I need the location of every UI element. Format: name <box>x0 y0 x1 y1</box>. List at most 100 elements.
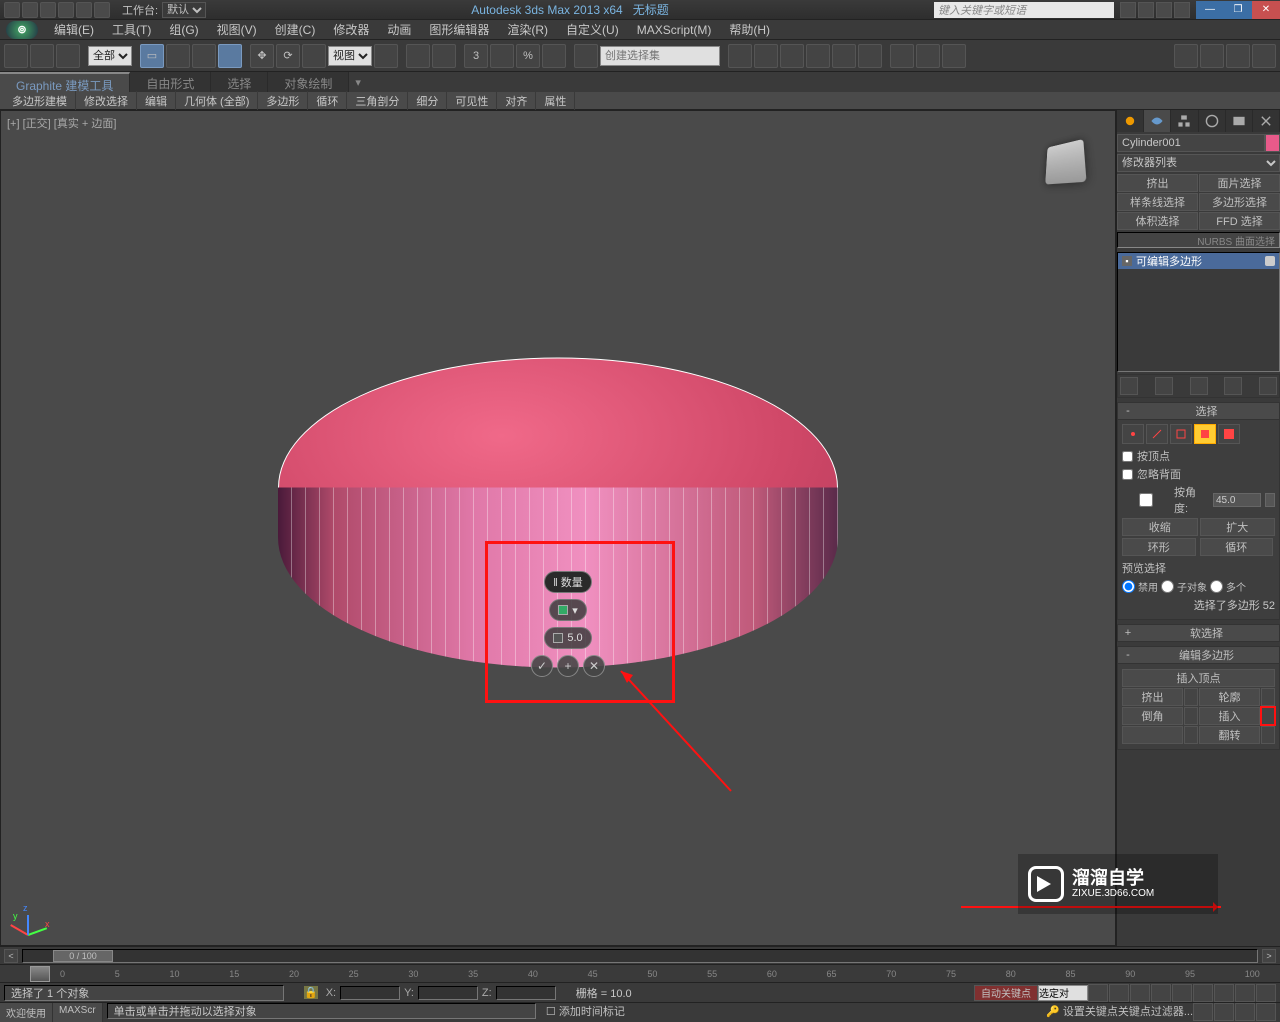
viewport-label[interactable]: [+] [正交] [真实 + 边面] <box>7 115 116 131</box>
so-border-icon[interactable] <box>1170 424 1192 444</box>
lock-selection-icon[interactable]: 🔒 <box>304 986 318 999</box>
caddy-amount[interactable]: 5.0 <box>544 627 591 649</box>
select-object-icon[interactable]: ▭ <box>140 44 164 68</box>
ref-coord-sys[interactable]: 视图 <box>328 46 372 66</box>
menu-help[interactable]: 帮助(H) <box>721 19 778 40</box>
stack-expand-icon[interactable]: ▪ <box>1122 256 1132 266</box>
coord-y[interactable] <box>418 986 478 1000</box>
nav-pan2-icon[interactable] <box>1256 1003 1276 1021</box>
nav-zoom-icon[interactable] <box>1214 984 1234 1002</box>
rs-loops[interactable]: 循环 <box>308 91 347 111</box>
tab-create-icon[interactable] <box>1117 110 1144 132</box>
snap-angle-icon[interactable] <box>490 44 514 68</box>
pivot-icon[interactable] <box>374 44 398 68</box>
add-time-tag[interactable]: ☐ 添加时间标记 <box>546 1003 625 1022</box>
show-end-result-icon[interactable] <box>1155 377 1173 395</box>
menu-group[interactable]: 组(G) <box>161 19 206 40</box>
sb-polysel[interactable]: 多边形选择 <box>1199 193 1280 211</box>
keyfilter-button[interactable]: 关键点过滤器... <box>1118 1003 1193 1022</box>
nav-zoom2-icon[interactable] <box>1235 1003 1255 1021</box>
rollout-editpoly[interactable]: -编辑多边形 <box>1117 646 1280 664</box>
sb-volsel[interactable]: 体积选择 <box>1117 212 1198 230</box>
snap-3d-icon[interactable]: 3 <box>464 44 488 68</box>
btn-insert-vertex[interactable]: 插入顶点 <box>1122 669 1275 687</box>
prev-frame-icon[interactable] <box>1109 984 1129 1002</box>
configure-sets-icon[interactable] <box>1259 377 1277 395</box>
help-icon[interactable] <box>1174 2 1190 18</box>
move-icon[interactable]: ✥ <box>250 44 274 68</box>
stack-item-editpoly[interactable]: ▪ 可编辑多边形 <box>1118 253 1279 269</box>
setkey-button[interactable]: 🔑 设置关键点 <box>1046 1003 1118 1022</box>
object-name-input[interactable] <box>1117 134 1265 152</box>
caddy-ok-icon[interactable]: ✓ <box>531 655 553 677</box>
menu-customize[interactable]: 自定义(U) <box>558 19 627 40</box>
select-region-icon[interactable] <box>192 44 216 68</box>
next-key-icon[interactable]: > <box>1262 949 1276 963</box>
modifier-stack[interactable]: ▪ 可编辑多边形 <box>1117 252 1280 372</box>
align-icon[interactable] <box>754 44 778 68</box>
autokey-button[interactable]: 自动关键点 <box>974 985 1038 1001</box>
material-editor-icon[interactable] <box>858 44 882 68</box>
close-button[interactable]: ✕ <box>1252 1 1280 19</box>
render-setup-icon[interactable] <box>890 44 914 68</box>
goto-end-icon[interactable] <box>1172 984 1192 1002</box>
btn-grow[interactable]: 扩大 <box>1200 518 1276 536</box>
rs-polymodel[interactable]: 多边形建模 <box>4 91 76 111</box>
favorite-icon[interactable] <box>1156 2 1172 18</box>
layers-icon[interactable] <box>780 44 804 68</box>
time-handle[interactable]: 0 / 100 <box>53 950 113 962</box>
nav-orbit-icon[interactable] <box>1193 1003 1213 1021</box>
teapot3-icon[interactable] <box>1226 44 1250 68</box>
open-icon[interactable] <box>22 2 38 18</box>
teapot4-icon[interactable] <box>1252 44 1276 68</box>
rs-geomall[interactable]: 几何体 (全部) <box>176 91 258 111</box>
app-menu-button[interactable]: ⊚ <box>6 21 38 39</box>
link-icon[interactable] <box>94 2 110 18</box>
bevel-settings-icon[interactable] <box>1184 707 1198 725</box>
keyboard-icon[interactable] <box>432 44 456 68</box>
r-multi[interactable] <box>1210 580 1223 593</box>
menu-views[interactable]: 视图(V) <box>209 19 265 40</box>
ribbon-tab-objpaint[interactable]: 对象绘制 <box>268 72 349 92</box>
so-element-icon[interactable] <box>1218 424 1240 444</box>
render-icon[interactable] <box>942 44 966 68</box>
sb-ffdsel[interactable]: FFD 选择 <box>1199 212 1280 230</box>
time-ruler[interactable]: 0510152025303540455055606570758085909510… <box>0 964 1280 982</box>
ribbon-dropdown-icon[interactable]: ▾ <box>349 72 367 92</box>
spinner-snap-icon[interactable] <box>542 44 566 68</box>
sb-splinesel[interactable]: 样条线选择 <box>1117 193 1198 211</box>
menu-grapheditors[interactable]: 图形编辑器 <box>421 19 497 40</box>
menu-animation[interactable]: 动画 <box>379 19 419 40</box>
save-icon[interactable] <box>40 2 56 18</box>
stack-bulb-icon[interactable] <box>1265 256 1275 266</box>
ribbon-tab-selection[interactable]: 选择 <box>211 72 268 92</box>
pin-stack-icon[interactable] <box>1120 377 1138 395</box>
rs-vis[interactable]: 可见性 <box>447 91 497 111</box>
so-polygon-icon[interactable] <box>1194 424 1216 444</box>
caddy-apply-icon[interactable]: + <box>557 655 579 677</box>
modifier-list[interactable]: 修改器列表 <box>1117 154 1280 172</box>
angle-spinner[interactable] <box>1265 493 1275 507</box>
tab-motion-icon[interactable] <box>1199 110 1226 132</box>
sb-patchsel[interactable]: 面片选择 <box>1199 174 1280 192</box>
btn-ring[interactable]: 环形 <box>1122 538 1196 556</box>
selection-set-input[interactable] <box>600 46 720 66</box>
menu-maxscript[interactable]: MAXScript(M) <box>629 21 720 39</box>
key-selset[interactable] <box>1038 985 1088 1001</box>
ribbon-tab-graphite[interactable]: Graphite 建模工具 <box>0 72 130 92</box>
so-edge-icon[interactable] <box>1146 424 1168 444</box>
btn-inset[interactable]: 插入 <box>1199 707 1260 725</box>
rotate-icon[interactable]: ⟳ <box>276 44 300 68</box>
btn-extrude[interactable]: 挤出 <box>1122 688 1183 706</box>
tab-maxscript[interactable]: MAXScr <box>53 1003 103 1022</box>
teapot2-icon[interactable] <box>1200 44 1224 68</box>
menu-tools[interactable]: 工具(T) <box>104 19 159 40</box>
chk-ignoreback[interactable] <box>1122 469 1133 480</box>
r-none[interactable] <box>1122 580 1135 593</box>
rs-props[interactable]: 属性 <box>536 91 575 111</box>
bind-spacewarp-icon[interactable] <box>56 44 80 68</box>
rs-modifysel[interactable]: 修改选择 <box>76 91 137 111</box>
play-icon[interactable] <box>1130 984 1150 1002</box>
btn-loop[interactable]: 循环 <box>1200 538 1274 556</box>
workspace-select[interactable]: 默认 <box>162 2 206 18</box>
